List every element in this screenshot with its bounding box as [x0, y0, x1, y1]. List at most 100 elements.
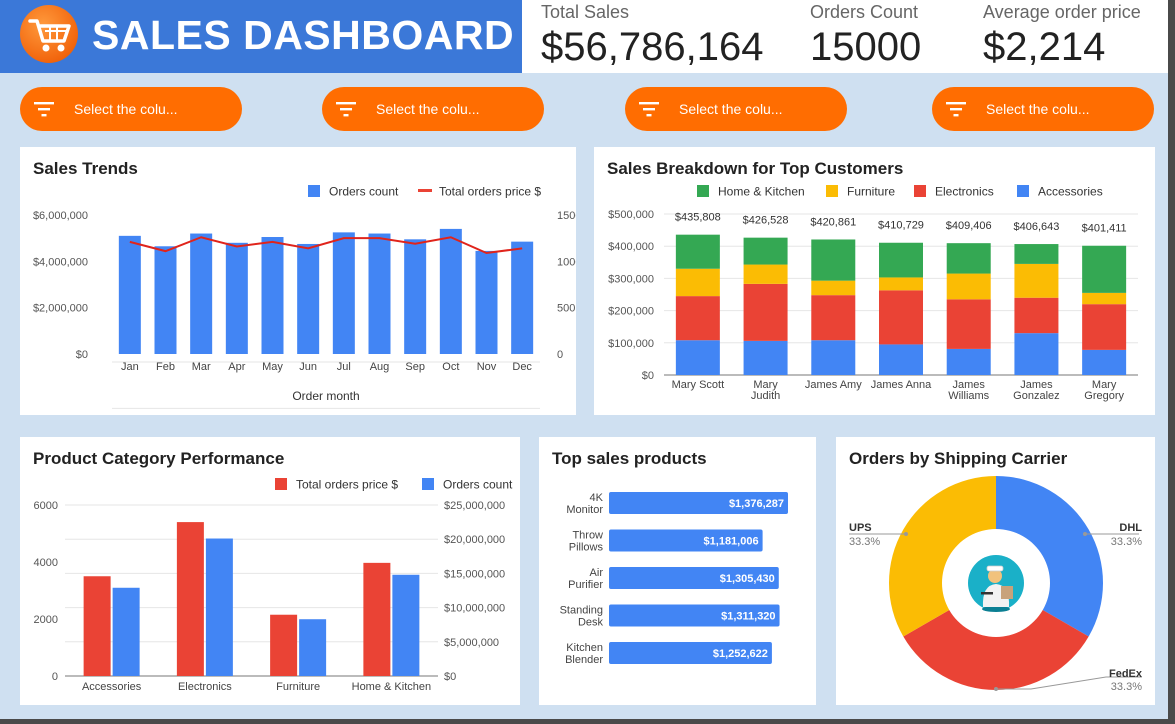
- slice-label: DHL: [1119, 522, 1142, 534]
- kpi-label: Total Sales: [541, 2, 630, 22]
- slice-percent: 33.3%: [1111, 681, 1142, 693]
- y-tick-label: 4K: [590, 492, 604, 504]
- legend-swatch: [275, 478, 287, 490]
- kpi-value: $2,214: [983, 25, 1106, 69]
- x-tick-label: Aug: [370, 361, 390, 373]
- x-tick-label: Nov: [477, 361, 497, 373]
- donut-slice-fedex: [903, 610, 1089, 690]
- y-tick-label: Desk: [578, 617, 604, 629]
- x-tick-label: Sep: [405, 361, 425, 373]
- kpi-value: 15000: [810, 25, 922, 69]
- y-tick-label: $400,000: [608, 241, 654, 253]
- price-trend-line: [129, 236, 523, 255]
- kpi-total-sales: Total Sales $56,786,164: [541, 2, 763, 70]
- stack-segment-accessories: [1014, 333, 1059, 375]
- slice-percent: 33.3%: [849, 536, 880, 548]
- bar-jul: [332, 232, 355, 354]
- x-tick-label: Jul: [337, 361, 351, 373]
- x-tick-label: Gregory: [1084, 390, 1124, 402]
- top-customers-chart: Home & Kitchen Furniture Electronics Access…: [608, 185, 1138, 402]
- bar-orders-count: [392, 574, 420, 676]
- x-tick-label: James Amy: [805, 379, 862, 391]
- stack-segment-home-kitchen: [811, 239, 856, 281]
- top-products-card: Top sales products $1,376,287 4K Monitor $1…: [539, 437, 816, 705]
- x-tick-label: Accessories: [82, 681, 142, 693]
- slice-percent: 33.3%: [1111, 536, 1142, 548]
- y-tick-label: Air: [590, 567, 604, 579]
- kpi-orders-count: Orders Count 15000: [810, 2, 921, 70]
- slice-label: UPS: [849, 522, 872, 534]
- filter-control-4[interactable]: Select the colu...: [932, 87, 1154, 131]
- stack-segment-furniture: [1082, 292, 1127, 305]
- stack-segment-home-kitchen: [946, 243, 991, 274]
- y-tick-label: $0: [642, 370, 654, 382]
- bar-total-label: $435,808: [675, 212, 721, 224]
- stack-segment-home-kitchen: [1014, 244, 1059, 264]
- stack-segment-furniture: [879, 277, 923, 291]
- stack-segment-electronics: [946, 299, 991, 349]
- donut-slice-dhl: [996, 476, 1103, 637]
- y2-tick-label: 1500: [557, 210, 576, 222]
- y2-tick-label: $0: [444, 671, 456, 683]
- kpi-value: $56,786,164: [541, 25, 764, 69]
- y2-tick-label: $15,000,000: [444, 568, 505, 580]
- top-products-chart: $1,376,287 4KMonitor $1,181,006 ThrowPillow…: [560, 492, 788, 666]
- y-tick-label: $2,000,000: [33, 303, 88, 315]
- stack-segment-furniture: [946, 273, 991, 300]
- bar-sep: [404, 239, 427, 354]
- bar-oct: [439, 228, 462, 354]
- bar-total-price: [83, 576, 111, 676]
- kpi-label: Average order price: [983, 2, 1141, 22]
- stack-segment-home-kitchen: [1082, 245, 1127, 293]
- x-tick-label: Feb: [156, 361, 175, 373]
- stack-segment-accessories: [811, 340, 856, 375]
- legend-label: Total orders price $: [296, 478, 398, 492]
- x-tick-label: Electronics: [178, 681, 232, 693]
- y-tick-label: $200,000: [608, 306, 654, 318]
- bar-jun: [297, 243, 320, 354]
- filter-control-1[interactable]: Select the colu...: [20, 87, 242, 131]
- bar-mar: [190, 233, 213, 354]
- leader-dot: [904, 532, 908, 536]
- shopping-cart-icon: [20, 5, 78, 63]
- y-tick-label: Pillows: [569, 542, 604, 554]
- y2-tick-label: 1000: [557, 256, 576, 268]
- sales-trends-chart: Orders count Total orders price $ $0 0 $2,00…: [33, 185, 576, 409]
- y-tick-label: $6,000,000: [33, 210, 88, 222]
- bar-total-price: [270, 614, 298, 676]
- stack-segment-furniture: [811, 280, 856, 296]
- stack-segment-home-kitchen: [743, 237, 788, 265]
- slice-label: FedEx: [1109, 668, 1143, 680]
- x-tick-label: Home & Kitchen: [352, 681, 431, 693]
- x-tick-label: Apr: [228, 361, 245, 373]
- y2-tick-label: $20,000,000: [444, 534, 505, 546]
- bar-dec: [511, 241, 534, 354]
- y-tick-label: 4000: [34, 557, 58, 569]
- dashboard-header: SALES DASHBOARD: [0, 0, 522, 73]
- x-tick-label: Dec: [512, 361, 532, 373]
- y-tick-label: 0: [52, 671, 58, 683]
- y-tick-label: $100,000: [608, 338, 654, 350]
- filter-control-3[interactable]: Select the colu...: [625, 87, 847, 131]
- stack-segment-electronics: [811, 295, 856, 341]
- stack-segment-furniture: [675, 268, 720, 297]
- bar-feb: [154, 246, 177, 354]
- bar-value-label: $1,252,622: [713, 648, 768, 660]
- legend-swatch: [697, 185, 709, 197]
- bar-orders-count: [299, 619, 327, 676]
- bar-total-label: $410,729: [878, 220, 924, 232]
- category-performance-card: Product Category Performance Total order…: [20, 437, 520, 705]
- bar-value-label: $1,311,320: [721, 611, 775, 623]
- bar-total-label: $420,861: [810, 216, 856, 228]
- filter-icon: [639, 102, 659, 117]
- top-customers-card: Sales Breakdown for Top Customers Home &…: [594, 147, 1155, 415]
- filter-label: Select the colu...: [74, 101, 178, 117]
- stack-segment-accessories: [879, 344, 923, 375]
- bar-value-label: $1,305,430: [720, 573, 775, 585]
- filter-icon: [336, 102, 356, 117]
- filter-label: Select the colu...: [679, 101, 783, 117]
- filter-control-2[interactable]: Select the colu...: [322, 87, 544, 131]
- y-tick-label: Standing: [560, 605, 603, 617]
- y2-tick-label: 500: [557, 303, 575, 315]
- window-frame-bottom: [0, 719, 1175, 724]
